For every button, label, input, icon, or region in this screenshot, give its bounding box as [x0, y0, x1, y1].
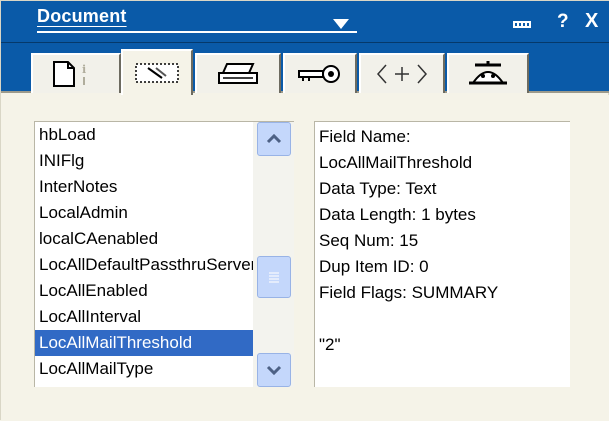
tab-html[interactable]	[359, 53, 445, 93]
tab-fields[interactable]	[121, 49, 193, 95]
minimize-bar-icon	[513, 21, 531, 28]
list-item[interactable]: InterNotes	[35, 174, 253, 200]
scroll-thumb[interactable]	[257, 256, 291, 298]
grip-icon	[269, 272, 279, 283]
key-icon	[298, 65, 340, 83]
list-item-selected[interactable]: LocAllMailThreshold	[35, 330, 253, 356]
title-bar: Document ? X	[1, 1, 609, 43]
title-dropdown-button[interactable]	[331, 17, 351, 31]
dropdown-arrow-icon	[333, 19, 349, 29]
list-item[interactable]: localCAenabled	[35, 226, 253, 252]
list-scrollbar[interactable]	[253, 122, 294, 387]
tab-document-info[interactable]: i	[31, 53, 121, 93]
svg-text:i: i	[82, 63, 86, 76]
minimize-button[interactable]	[513, 17, 531, 28]
field-list-icon	[135, 63, 179, 83]
chevron-down-icon	[266, 365, 282, 375]
list-item[interactable]: LocalAdmin	[35, 200, 253, 226]
printer-icon	[218, 63, 258, 84]
data-type: Data Type: Text	[319, 179, 437, 198]
list-item[interactable]: LocAllInterval	[35, 304, 253, 330]
list-item[interactable]: LocAllMailType	[35, 356, 253, 382]
help-button[interactable]: ?	[557, 11, 569, 33]
properties-content: hbLoad INIFlg InterNotes LocalAdmin loca…	[1, 95, 609, 421]
document-info-icon: i	[53, 61, 86, 87]
list-item[interactable]: hbLoad	[35, 122, 253, 148]
scroll-down-button[interactable]	[257, 353, 291, 387]
field-listbox[interactable]: hbLoad INIFlg InterNotes LocalAdmin loca…	[34, 121, 294, 387]
dup-item-id: Dup Item ID: 0	[319, 257, 429, 276]
tab-security[interactable]	[283, 53, 357, 93]
list-item[interactable]: INIFlg	[35, 148, 253, 174]
chevron-up-icon	[266, 134, 282, 144]
tab-strip: i	[1, 43, 609, 95]
field-info-panel: Field Name: LocAllMailThreshold Data Typ…	[314, 121, 570, 387]
field-flags: Field Flags: SUMMARY	[319, 283, 499, 302]
scroll-up-button[interactable]	[257, 122, 291, 156]
beanie-hat-icon	[469, 61, 507, 85]
field-name-label: Field Name:	[319, 127, 411, 146]
data-length: Data Length: 1 bytes	[319, 205, 476, 224]
tab-advanced[interactable]	[447, 53, 529, 93]
list-item[interactable]: LocAllDefaultPassthruServer	[35, 252, 253, 278]
close-button[interactable]: X	[585, 10, 598, 33]
tab-print[interactable]	[195, 53, 281, 93]
window-title: Document	[37, 6, 127, 26]
field-list: hbLoad INIFlg InterNotes LocalAdmin loca…	[35, 122, 253, 382]
list-item[interactable]: LocAllEnabled	[35, 278, 253, 304]
seq-num: Seq Num: 15	[319, 231, 419, 250]
field-name-value: LocAllMailThreshold	[319, 153, 473, 172]
document-properties-window: Document ? X i hbLoad INIFlg InterNotes …	[0, 0, 609, 421]
field-value: "2"	[319, 335, 341, 354]
html-tag-icon	[376, 64, 428, 84]
title-underline	[37, 31, 357, 33]
